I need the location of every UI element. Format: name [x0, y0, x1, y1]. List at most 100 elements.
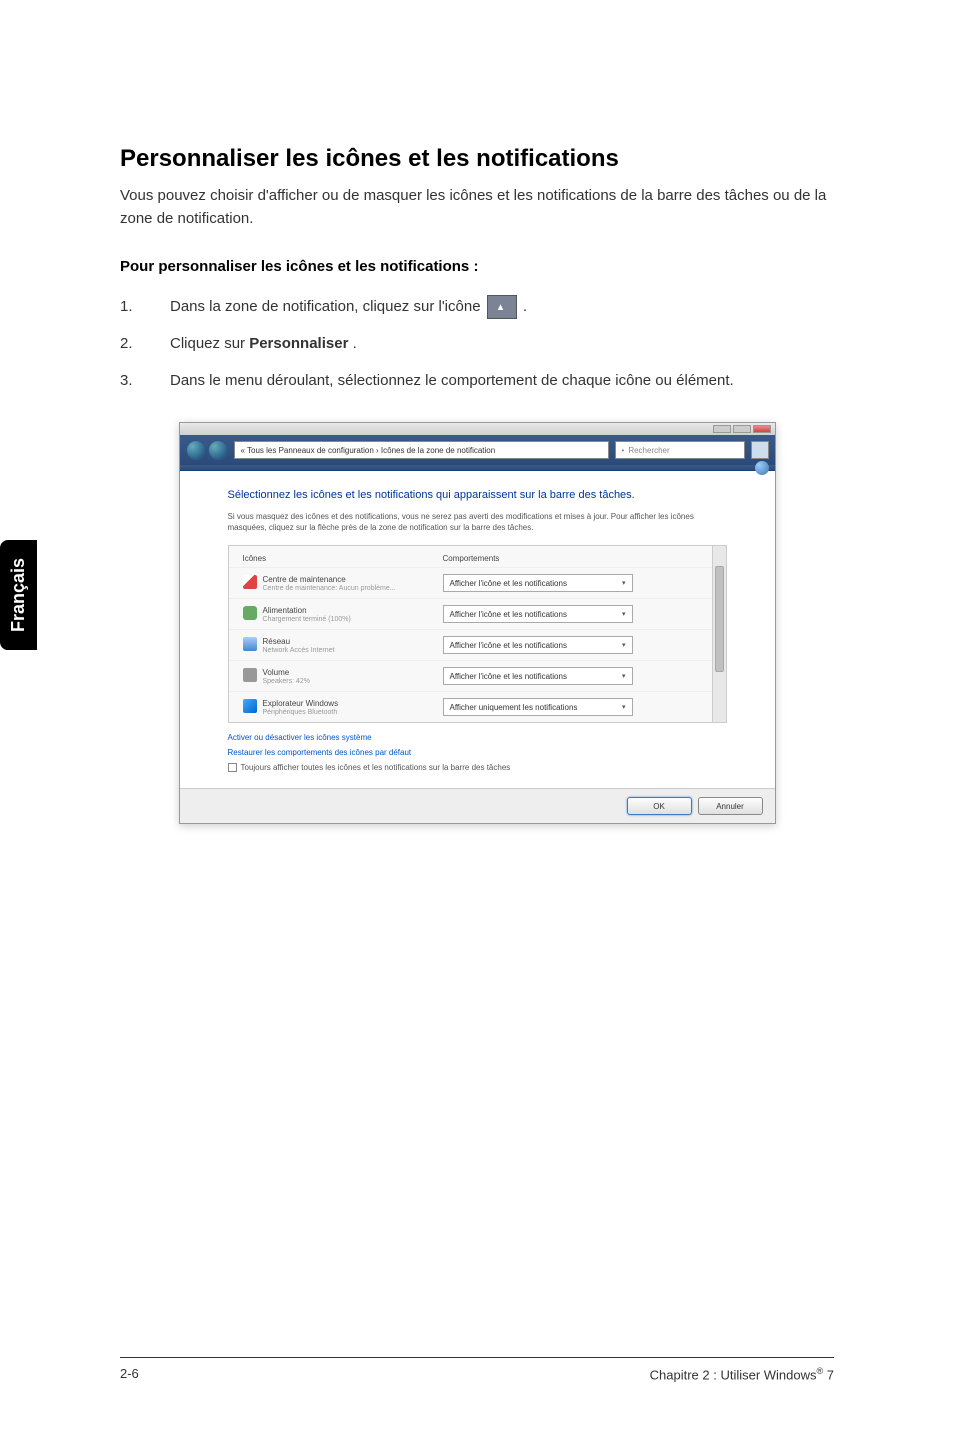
behavior-cell: Afficher l'icône et les notifications ▾ [443, 667, 712, 685]
icon-row: Volume Speakers: 42% Afficher l'icône et… [229, 660, 726, 691]
behavior-select[interactable]: Afficher l'icône et les notifications ▾ [443, 636, 633, 654]
power-icon [243, 606, 257, 620]
volume-icon [243, 668, 257, 682]
button-bar: OK Annuler [180, 788, 775, 823]
icon-cell: Explorateur Windows Périphériques Blueto… [243, 699, 443, 716]
icons-panel: Icônes Comportements Centre de maintenan… [228, 545, 727, 723]
search-icon[interactable] [751, 441, 769, 459]
step-2-bold: Personnaliser [249, 335, 348, 352]
network-icon [243, 637, 257, 651]
minimize-button[interactable] [713, 425, 731, 433]
language-tab: Français [0, 540, 37, 650]
intro-paragraph: Vous pouvez choisir d'afficher ou de mas… [120, 185, 834, 230]
scroll-thumb[interactable] [715, 566, 724, 672]
column-behavior: Comportements [443, 554, 712, 563]
title-bar [180, 423, 775, 435]
help-icon[interactable] [755, 461, 769, 475]
footer-prefix: Chapitre 2 : Utiliser Windows [650, 1367, 817, 1382]
forward-button[interactable] [208, 440, 228, 460]
select-value: Afficher uniquement les notifications [450, 703, 578, 712]
icon-label: Volume [263, 668, 310, 678]
icon-sublabel: Centre de maintenance: Aucun problème... [263, 585, 396, 592]
select-value: Afficher l'icône et les notifications [450, 672, 567, 681]
behavior-select[interactable]: Afficher l'icône et les notifications ▾ [443, 605, 633, 623]
checkbox-label: Toujours afficher toutes les icônes et l… [241, 763, 511, 772]
window-controls [713, 425, 771, 433]
always-show-checkbox[interactable] [228, 763, 237, 772]
step-1-after: . [523, 298, 527, 315]
page-number: 2-6 [120, 1366, 139, 1382]
step-number: 1. [120, 296, 170, 319]
back-button[interactable] [186, 440, 206, 460]
icon-sublabel: Chargement terminé (100%) [263, 616, 351, 623]
icon-label: Alimentation [263, 606, 351, 616]
main-heading: Personnaliser les icônes et les notifica… [120, 145, 834, 173]
icon-label: Réseau [263, 637, 335, 647]
icon-sublabel: Network Accès Internet [263, 647, 335, 654]
behavior-cell: Afficher l'icône et les notifications ▾ [443, 605, 712, 623]
page-content: Personnaliser les icônes et les notifica… [0, 0, 954, 824]
checkbox-row: Toujours afficher toutes les icônes et l… [228, 763, 727, 772]
chevron-down-icon: ▾ [622, 672, 626, 680]
chevron-down-icon: ▾ [622, 641, 626, 649]
chevron-down-icon: ▾ [622, 610, 626, 618]
step-2: 2. Cliquez sur Personnaliser . [120, 333, 834, 356]
step-text: Cliquez sur Personnaliser . [170, 333, 834, 356]
select-value: Afficher l'icône et les notifications [450, 610, 567, 619]
sub-heading: Pour personnaliser les icônes et les not… [120, 258, 834, 275]
close-button[interactable] [753, 425, 771, 433]
links-area: Activer ou désactiver les icônes système… [228, 723, 727, 778]
behavior-cell: Afficher l'icône et les notifications ▾ [443, 574, 712, 592]
breadcrumb[interactable]: « Tous les Panneaux de configuration › I… [234, 441, 609, 459]
step-text: Dans la zone de notification, cliquez su… [170, 295, 834, 319]
chevron-down-icon: ▾ [622, 703, 626, 711]
panel-header: Icônes Comportements [229, 546, 726, 567]
cancel-button[interactable]: Annuler [698, 797, 763, 815]
behavior-select[interactable]: Afficher l'icône et les notifications ▾ [443, 667, 633, 685]
search-input[interactable]: Rechercher [615, 441, 745, 459]
link-restore-defaults[interactable]: Restaurer les comportements des icônes p… [228, 748, 727, 757]
maximize-button[interactable] [733, 425, 751, 433]
icon-row: Alimentation Chargement terminé (100%) A… [229, 598, 726, 629]
select-value: Afficher l'icône et les notifications [450, 579, 567, 588]
link-system-icons[interactable]: Activer ou désactiver les icônes système [228, 733, 727, 742]
step-list: 1. Dans la zone de notification, cliquez… [120, 295, 834, 392]
explorer-icon [243, 699, 257, 713]
behavior-cell: Afficher l'icône et les notifications ▾ [443, 636, 712, 654]
icon-row: Réseau Network Accès Internet Afficher l… [229, 629, 726, 660]
icon-cell: Réseau Network Accès Internet [243, 637, 443, 654]
icon-sublabel: Périphériques Bluetooth [263, 709, 339, 716]
step-2-before: Cliquez sur [170, 335, 249, 352]
step-2-after: . [353, 335, 357, 352]
scrollbar[interactable] [712, 546, 726, 722]
step-number: 3. [120, 370, 170, 393]
behavior-select[interactable]: Afficher uniquement les notifications ▾ [443, 698, 633, 716]
step-3: 3. Dans le menu déroulant, sélectionnez … [120, 370, 834, 393]
chevron-down-icon: ▾ [622, 579, 626, 587]
column-icons: Icônes [243, 554, 443, 563]
screenshot-container: « Tous les Panneaux de configuration › I… [120, 422, 834, 824]
behavior-cell: Afficher uniquement les notifications ▾ [443, 698, 712, 716]
address-bar: « Tous les Panneaux de configuration › I… [180, 435, 775, 465]
dialog-window: « Tous les Panneaux de configuration › I… [179, 422, 776, 824]
chapter-title: Chapitre 2 : Utiliser Windows® 7 [650, 1366, 834, 1382]
icon-cell: Centre de maintenance Centre de maintena… [243, 575, 443, 592]
icon-cell: Alimentation Chargement terminé (100%) [243, 606, 443, 623]
flag-icon [243, 575, 257, 589]
page-footer: 2-6 Chapitre 2 : Utiliser Windows® 7 [120, 1357, 834, 1382]
icon-row: Centre de maintenance Centre de maintena… [229, 567, 726, 598]
behavior-select[interactable]: Afficher l'icône et les notifications ▾ [443, 574, 633, 592]
content-area: Sélectionnez les icônes et les notificat… [180, 471, 775, 788]
tray-arrow-icon [487, 295, 517, 319]
step-1-before: Dans la zone de notification, cliquez su… [170, 298, 485, 315]
footer-suffix: 7 [823, 1367, 834, 1382]
select-value: Afficher l'icône et les notifications [450, 641, 567, 650]
step-text: Dans le menu déroulant, sélectionnez le … [170, 370, 834, 393]
icon-cell: Volume Speakers: 42% [243, 668, 443, 685]
step-number: 2. [120, 333, 170, 356]
content-title: Sélectionnez les icônes et les notificat… [228, 489, 727, 501]
ok-button[interactable]: OK [627, 797, 692, 815]
icon-label: Centre de maintenance [263, 575, 396, 585]
nav-buttons [186, 440, 228, 460]
icon-label: Explorateur Windows [263, 699, 339, 709]
